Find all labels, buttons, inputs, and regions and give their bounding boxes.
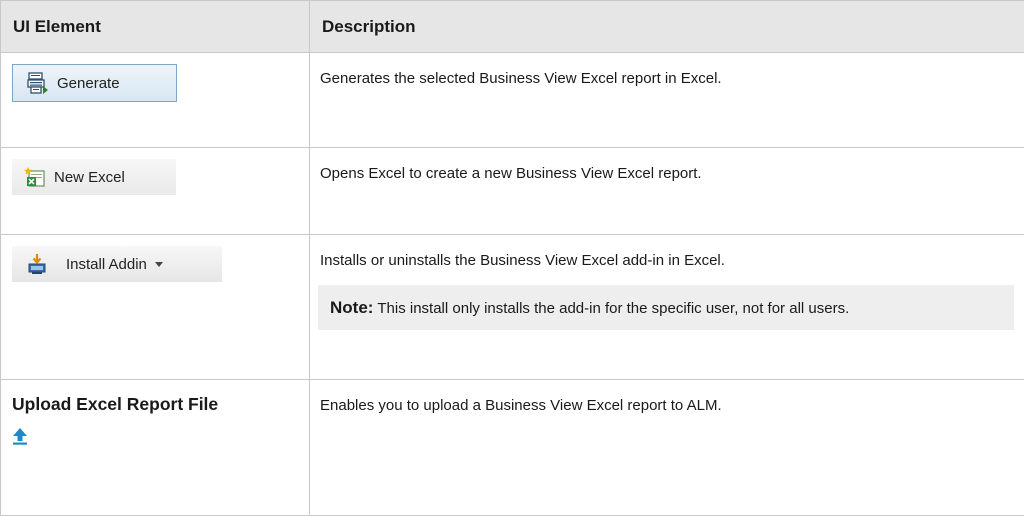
description-cell: Opens Excel to create a new Business Vie… — [310, 148, 1024, 235]
header-description: Description — [310, 1, 1024, 53]
ui-element-cell: Install Addin — [1, 235, 310, 380]
table-row: Generate Generates the selected Business… — [1, 53, 1024, 148]
note-box: Note: This install only installs the add… — [318, 285, 1014, 330]
table-row: Upload Excel Report File Enables you to … — [1, 380, 1024, 516]
header-ui-element: UI Element — [1, 1, 310, 53]
install-addin-icon — [26, 253, 48, 275]
new-excel-button-label: New Excel — [54, 169, 125, 186]
ui-element-cell: New Excel — [1, 148, 310, 235]
ui-element-cell: Generate — [1, 53, 310, 148]
chevron-down-icon[interactable] — [155, 262, 163, 267]
description-cell: Enables you to upload a Business View Ex… — [310, 380, 1024, 516]
table-row: New Excel Opens Excel to create a new Bu… — [1, 148, 1024, 235]
generate-button-label: Generate — [57, 75, 120, 92]
upload-arrow-icon[interactable] — [12, 427, 28, 450]
description-text: Installs or uninstalls the Business View… — [320, 250, 1014, 271]
table-header-row: UI Element Description — [1, 1, 1024, 53]
upload-excel-report-file-label: Upload Excel Report File — [12, 394, 309, 415]
install-addin-button-label: Install Addin — [66, 256, 147, 273]
description-cell: Generates the selected Business View Exc… — [310, 53, 1024, 148]
install-addin-dropdown-button[interactable]: Install Addin — [12, 246, 222, 282]
table-row: Install Addin Installs or uninstalls the… — [1, 235, 1024, 380]
note-text: This install only installs the add-in fo… — [377, 300, 849, 317]
new-excel-button[interactable]: New Excel — [12, 159, 176, 195]
generate-report-icon — [27, 72, 49, 94]
ui-element-cell: Upload Excel Report File — [1, 380, 310, 516]
description-cell: Installs or uninstalls the Business View… — [310, 235, 1024, 380]
generate-button[interactable]: Generate — [12, 64, 177, 102]
note-label: Note: — [330, 298, 373, 317]
ui-elements-table: UI Element Description — [0, 0, 1024, 516]
new-excel-icon — [24, 166, 46, 188]
